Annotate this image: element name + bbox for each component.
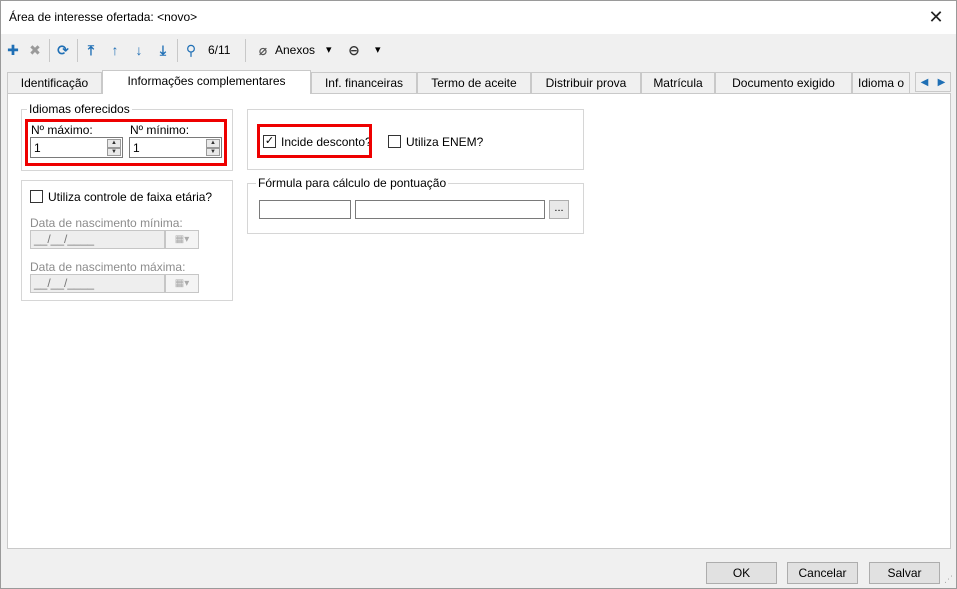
faixa-etaria-checkbox[interactable] — [30, 190, 43, 203]
tab-documento-exigido[interactable]: Documento exigido — [715, 72, 852, 93]
tab-scroll-buttons: ◀ ▶ — [915, 72, 951, 92]
max-date-label: Data de nascimento máxima: — [30, 260, 186, 274]
utiliza-enem-label: Utiliza ENEM? — [406, 135, 484, 149]
toolbar: ✚ ✖ ⟳ ⤒ ↑ ↓ ⤓ ⚲ 6/11 ⌀ Anexos ▾ ⊖ ▾ — [1, 34, 956, 67]
calendar-dropdown-icon[interactable]: ▦▾ — [165, 274, 199, 293]
formula-group-title: Fórmula para cálculo de pontuação — [256, 176, 449, 190]
window-title: Área de interesse ofertada: <novo> — [9, 10, 198, 24]
previous-record-icon[interactable]: ↑ — [105, 40, 125, 60]
utiliza-enem-checkbox[interactable] — [388, 135, 401, 148]
max-date-field[interactable]: __/__/____ — [30, 274, 165, 293]
tab-idioma[interactable]: Idioma o — [852, 72, 910, 93]
toolbar-separator — [245, 39, 246, 62]
paperclip-icon[interactable]: ⌀ — [253, 40, 273, 60]
faixa-etaria-label: Utiliza controle de faixa etária? — [48, 190, 213, 204]
first-record-icon[interactable]: ⤒ — [81, 40, 101, 60]
tab-strip: Identificação Informações complementares… — [7, 70, 951, 94]
search-icon[interactable]: ⚲ — [181, 40, 201, 60]
tab-content-panel: Idiomas oferecidos Nº máximo: 1 ▲ ▼ Nº m… — [7, 93, 951, 549]
min-date-field[interactable]: __/__/____ — [30, 230, 165, 249]
calendar-dropdown-icon[interactable]: ▦▾ — [165, 230, 199, 249]
delete-icon[interactable]: ✖ — [25, 40, 45, 60]
attachments-button[interactable]: Anexos — [275, 43, 315, 57]
idiomas-group-title: Idiomas oferecidos — [27, 102, 132, 116]
tab-inf-financeiras[interactable]: Inf. financeiras — [311, 72, 417, 93]
toolbar-separator — [77, 39, 78, 62]
save-button[interactable]: Salvar — [869, 562, 940, 584]
formula-browse-button[interactable]: ... — [549, 200, 569, 219]
min-date-label: Data de nascimento mínima: — [30, 216, 183, 230]
cancel-button[interactable]: Cancelar — [787, 562, 858, 584]
highlight-box — [25, 119, 227, 166]
tab-termo-de-aceite[interactable]: Termo de aceite — [417, 72, 531, 93]
record-counter: 6/11 — [208, 43, 231, 57]
add-icon[interactable]: ✚ — [3, 40, 23, 60]
chevron-down-icon[interactable]: ▾ — [375, 43, 381, 56]
close-icon[interactable]: ✕ — [922, 4, 950, 30]
next-record-icon[interactable]: ↓ — [129, 40, 149, 60]
title-bar: Área de interesse ofertada: <novo> ✕ — [1, 1, 956, 34]
tab-identificacao[interactable]: Identificação — [7, 72, 102, 93]
highlight-box — [257, 124, 372, 158]
formula-field-1[interactable] — [259, 200, 351, 219]
ok-button[interactable]: OK — [706, 562, 777, 584]
formula-field-2[interactable] — [355, 200, 545, 219]
chevron-down-icon[interactable]: ▾ — [326, 43, 332, 56]
scroll-left-icon[interactable]: ◀ — [921, 77, 929, 88]
dialog-window: Área de interesse ofertada: <novo> ✕ ✚ ✖… — [0, 0, 957, 589]
scroll-right-icon[interactable]: ▶ — [938, 77, 946, 88]
refresh-icon[interactable]: ⟳ — [53, 40, 73, 60]
options-icon[interactable]: ⊖ — [344, 40, 364, 60]
tab-matricula[interactable]: Matrícula — [641, 72, 715, 93]
last-record-icon[interactable]: ⤓ — [153, 40, 173, 60]
toolbar-separator — [177, 39, 178, 62]
tab-distribuir-prova[interactable]: Distribuir prova — [531, 72, 641, 93]
tab-informacoes-complementares[interactable]: Informações complementares — [102, 70, 311, 94]
resize-grip-icon[interactable]: ⋰ — [944, 574, 953, 585]
toolbar-separator — [49, 39, 50, 62]
